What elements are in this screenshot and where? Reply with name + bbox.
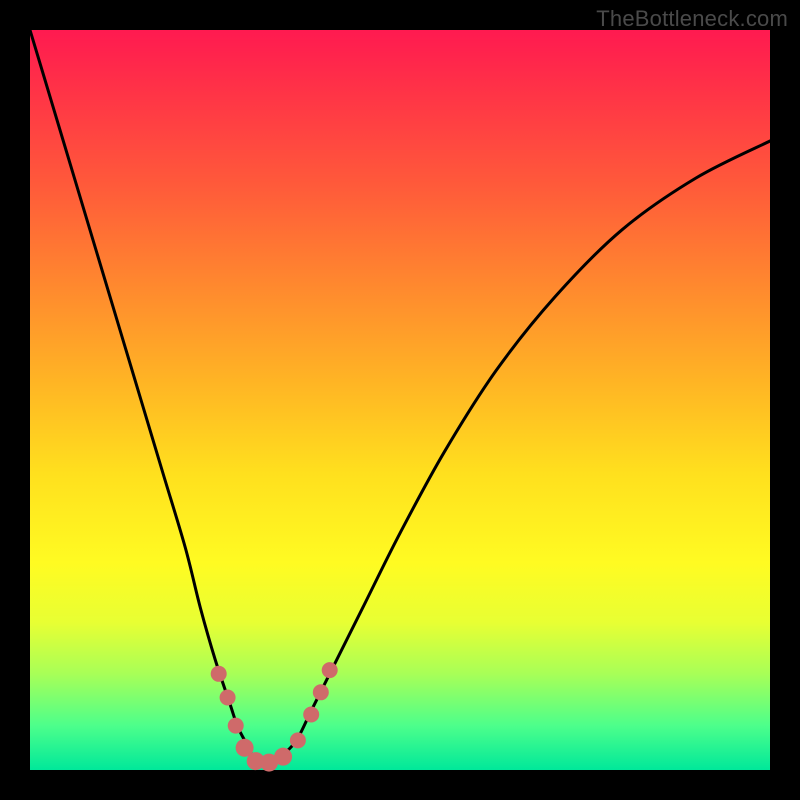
marker-layer <box>211 662 338 772</box>
bottleneck-curve <box>30 30 770 764</box>
chart-frame: TheBottleneck.com <box>0 0 800 800</box>
plot-area <box>30 30 770 770</box>
curve-marker <box>211 666 227 682</box>
curve-svg <box>30 30 770 770</box>
curve-marker <box>322 662 338 678</box>
curve-marker <box>228 718 244 734</box>
curve-marker <box>220 689 236 705</box>
curve-marker <box>274 748 292 766</box>
curve-marker <box>303 707 319 723</box>
watermark-text: TheBottleneck.com <box>596 6 788 32</box>
curve-marker <box>313 684 329 700</box>
curve-marker <box>290 732 306 748</box>
